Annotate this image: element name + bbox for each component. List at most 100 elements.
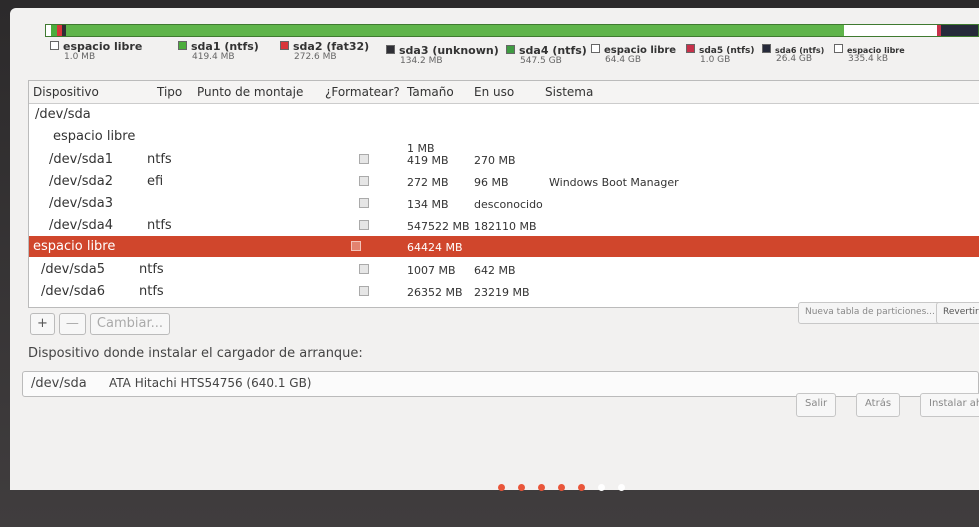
install-now-button[interactable]: Instalar aho	[920, 393, 979, 417]
partbar-free-2	[843, 25, 937, 36]
format-checkbox[interactable]	[351, 241, 361, 251]
cell-used: 642 MB	[474, 264, 516, 277]
table-row[interactable]: /dev/sda3 134 MB desconocido	[29, 193, 979, 214]
legend-item: sda5 (ntfs) 1.0 GB	[686, 44, 754, 65]
cell-used: 270 MB	[474, 154, 516, 167]
legend-size: 547.5 GB	[520, 56, 562, 66]
table-header: Dispositivo Tipo Punto de montaje ¿Forma…	[29, 81, 979, 104]
table-row[interactable]: /dev/sda2 efi 272 MB 96 MB Windows Boot …	[29, 171, 979, 192]
legend-item: sda4 (ntfs) 547.5 GB	[506, 44, 587, 66]
table-row[interactable]: /dev/sda	[29, 104, 979, 125]
progress-dots	[498, 484, 625, 491]
table-row[interactable]: espacio libre 1 MB	[29, 126, 979, 155]
legend-swatch	[506, 45, 515, 54]
cell-device: espacio libre	[53, 129, 136, 144]
cell-size: 1007 MB	[407, 264, 456, 277]
col-type[interactable]: Tipo	[157, 85, 182, 99]
legend-size: 1.0 GB	[700, 55, 731, 65]
bootloader-label: Dispositivo donde instalar el cargador d…	[28, 346, 363, 361]
progress-dot	[518, 484, 525, 491]
cell-size: 26352 MB	[407, 286, 463, 299]
col-device[interactable]: Dispositivo	[33, 85, 99, 99]
format-checkbox[interactable]	[359, 264, 369, 274]
col-size[interactable]: Tamaño	[407, 85, 454, 99]
cell-device: /dev/sda2	[49, 174, 113, 189]
cell-device: /dev/sda4	[49, 218, 113, 233]
legend-item: sda1 (ntfs) 419.4 MB	[178, 40, 259, 62]
bootloader-description: ATA Hitachi HTS54756 (640.1 GB)	[109, 376, 312, 390]
cell-type: ntfs	[147, 152, 172, 167]
legend-swatch	[280, 41, 289, 50]
cell-used: desconocido	[474, 198, 543, 211]
legend-item: espacio libre 1.0 MB	[50, 40, 142, 62]
format-checkbox[interactable]	[359, 198, 369, 208]
progress-dot	[578, 484, 585, 491]
quit-button[interactable]: Salir	[796, 393, 837, 417]
col-mount[interactable]: Punto de montaje	[197, 85, 303, 99]
cell-type: efi	[147, 174, 164, 189]
legend-item: espacio libre 335.4 kB	[834, 44, 905, 64]
cell-size: 134 MB	[407, 198, 449, 211]
cell-size: 272 MB	[407, 176, 449, 189]
legend-size: 64.4 GB	[605, 55, 642, 65]
cell-used: 182110 MB	[474, 220, 537, 233]
cell-device: /dev/sda	[35, 107, 91, 122]
col-format[interactable]: ¿Formatear?	[325, 85, 400, 99]
table-row[interactable]: /dev/sda1 ntfs 419 MB 270 MB	[29, 149, 979, 170]
cell-device: /dev/sda6	[41, 284, 105, 299]
legend-size: 26.4 GB	[776, 54, 813, 64]
legend-size: 335.4 kB	[848, 54, 889, 64]
cell-device: /dev/sda3	[49, 196, 113, 211]
revert-button[interactable]: Revertir	[936, 302, 979, 324]
legend-size: 1.0 MB	[64, 52, 96, 62]
partbar-sda6	[940, 25, 978, 36]
col-system[interactable]: Sistema	[545, 85, 593, 99]
partition-table: Dispositivo Tipo Punto de montaje ¿Forma…	[28, 80, 979, 308]
cell-device: /dev/sda5	[41, 262, 105, 277]
progress-dot	[498, 484, 505, 491]
table-row[interactable]: /dev/sda6 ntfs 26352 MB 23219 MB	[29, 281, 979, 302]
partition-legend: espacio libre 1.0 MB sda1 (ntfs) 419.4 MB …	[50, 40, 979, 74]
format-checkbox[interactable]	[359, 220, 369, 230]
format-checkbox[interactable]	[359, 286, 369, 296]
cell-size: 64424 MB	[407, 241, 463, 254]
cell-used: 23219 MB	[474, 286, 530, 299]
progress-dot	[558, 484, 565, 491]
table-row[interactable]: /dev/sda4 ntfs 547522 MB 182110 MB	[29, 215, 979, 236]
legend-size: 419.4 MB	[192, 52, 235, 62]
partbar-sda4	[65, 25, 844, 36]
remove-partition-button[interactable]: —	[58, 313, 86, 335]
cell-type: ntfs	[139, 262, 164, 277]
legend-item: sda2 (fat32) 272.6 MB	[280, 40, 369, 62]
new-partition-table-button[interactable]: Nueva tabla de particiones...	[798, 302, 942, 324]
cell-size: 419 MB	[407, 154, 449, 167]
back-button[interactable]: Atrás	[856, 393, 901, 417]
legend-swatch	[834, 44, 843, 53]
legend-swatch	[50, 41, 59, 50]
legend-item: sda3 (unknown) 134.2 MB	[386, 44, 499, 66]
bootloader-device-select[interactable]: /dev/sda ATA Hitachi HTS54756 (640.1 GB)	[22, 371, 979, 397]
table-row-selected[interactable]: espacio libre 64424 MB	[29, 236, 979, 257]
bootloader-device: /dev/sda	[31, 376, 87, 391]
legend-swatch	[686, 44, 695, 53]
format-checkbox[interactable]	[359, 176, 369, 186]
cell-size: 547522 MB	[407, 220, 470, 233]
cell-device: /dev/sda1	[49, 152, 113, 167]
table-row[interactable]: /dev/sda5 ntfs 1007 MB 642 MB	[29, 259, 979, 280]
progress-dot	[538, 484, 545, 491]
col-used[interactable]: En uso	[474, 85, 514, 99]
cell-system: Windows Boot Manager	[549, 176, 679, 189]
legend-swatch	[178, 41, 187, 50]
legend-item: sda6 (ntfs) 26.4 GB	[762, 44, 824, 64]
cell-used: 96 MB	[474, 176, 509, 189]
legend-size: 134.2 MB	[400, 56, 443, 66]
legend-swatch	[386, 45, 395, 54]
add-partition-button[interactable]: +	[30, 313, 55, 335]
format-checkbox[interactable]	[359, 154, 369, 164]
change-partition-button[interactable]: Cambiar...	[89, 313, 170, 335]
legend-item: espacio libre 64.4 GB	[591, 44, 676, 65]
partition-toolbar: + — Cambiar...	[30, 313, 170, 335]
cell-type: ntfs	[147, 218, 172, 233]
legend-swatch	[762, 44, 771, 53]
cell-type: ntfs	[139, 284, 164, 299]
